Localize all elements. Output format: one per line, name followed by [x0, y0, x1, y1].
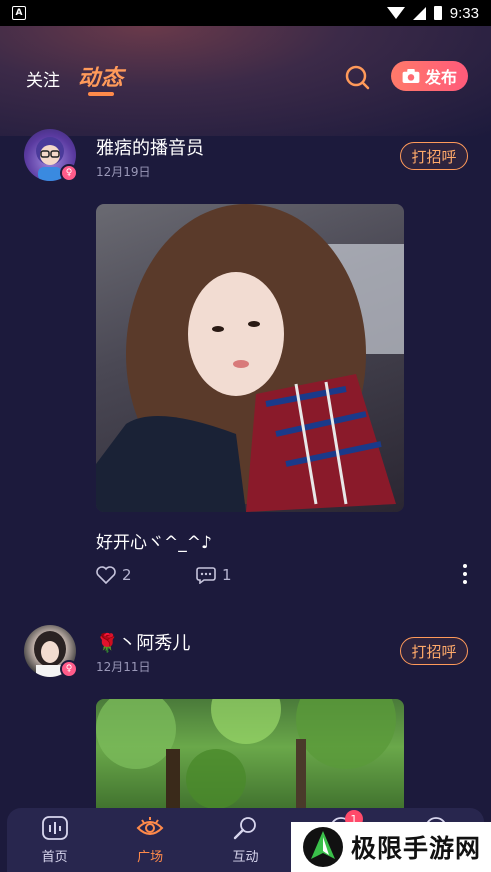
comment-icon: [196, 567, 216, 584]
status-bar: A 9:33: [0, 0, 491, 26]
search-icon: [345, 65, 370, 90]
microphone-icon: [234, 817, 257, 840]
clock: 9:33: [449, 4, 479, 22]
photo-forest: [96, 699, 396, 819]
like-button[interactable]: 2: [96, 566, 196, 584]
nav-label: 首页: [41, 850, 68, 865]
camera-icon: [402, 69, 420, 83]
battery-icon: [433, 6, 442, 20]
post-image[interactable]: [96, 699, 404, 819]
watermark: 极限手游网: [291, 822, 491, 872]
female-badge-icon: ♀: [60, 660, 78, 678]
nav-home[interactable]: 首页: [15, 816, 95, 865]
app-notification-icon: A: [12, 6, 26, 20]
photo-portrait: [96, 204, 404, 512]
greet-button[interactable]: 打招呼: [400, 637, 468, 665]
post-actions: 2 1: [96, 566, 232, 584]
nav-label: 广场: [137, 850, 164, 865]
search-button[interactable]: [344, 64, 370, 90]
watermark-logo-icon: [303, 827, 343, 867]
post-date: 12月11日: [96, 660, 151, 674]
nav-label: 互动: [232, 850, 259, 865]
watermark-text: 极限手游网: [351, 834, 482, 863]
heart-icon: [96, 566, 116, 584]
wifi-icon: [386, 7, 405, 19]
more-options-icon[interactable]: [460, 564, 470, 584]
greet-button[interactable]: 打招呼: [400, 142, 468, 170]
like-count: 2: [122, 566, 132, 584]
active-tab-indicator: [88, 92, 114, 96]
username[interactable]: 雅痞的播音员: [96, 134, 204, 160]
comment-count: 1: [222, 566, 232, 584]
tab-follow[interactable]: 关注: [26, 66, 60, 91]
post-image[interactable]: [96, 204, 404, 512]
eye-icon: [136, 817, 164, 835]
nav-square[interactable]: 广场: [110, 816, 190, 865]
tab-dongtai[interactable]: 动态: [78, 60, 124, 92]
nav-interact[interactable]: 互动: [205, 816, 285, 865]
username[interactable]: 🌹丶阿秀儿: [96, 629, 190, 655]
signal-icon: [412, 6, 426, 20]
post-text: 好开心ヾ^_^♪: [96, 533, 212, 553]
publish-label: 发布: [424, 68, 457, 87]
post-date: 12月19日: [96, 165, 151, 179]
comment-button[interactable]: 1: [196, 566, 232, 584]
publish-button[interactable]: 发布: [391, 61, 468, 91]
header: 关注 动态 发布: [0, 26, 491, 126]
female-badge-icon: ♀: [60, 164, 78, 182]
audio-wave-icon: [41, 816, 68, 840]
